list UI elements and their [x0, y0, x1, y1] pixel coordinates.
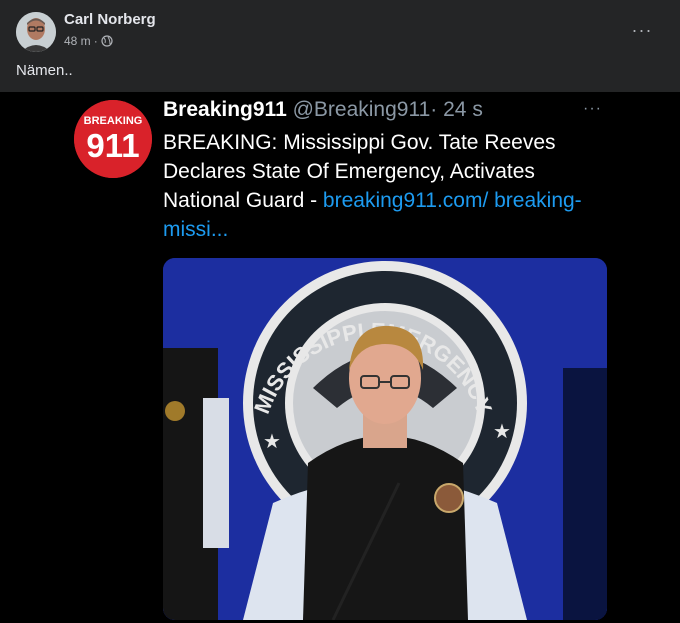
meta-separator: ·	[93, 34, 98, 48]
svg-text:★: ★	[263, 431, 281, 453]
svg-text:★: ★	[493, 421, 511, 443]
tweet-body: BREAKING: Mississippi Gov. Tate Reeves D…	[163, 128, 603, 244]
post-text: Nämen..	[16, 62, 73, 79]
tweet-more-icon: ···	[583, 100, 602, 117]
avatar-text-top: BREAKING	[84, 115, 143, 127]
post-time[interactable]: 48 m	[64, 34, 91, 48]
author-avatar[interactable]	[16, 12, 56, 52]
tweet-header: Breaking911 @Breaking911· 24 s	[163, 98, 483, 122]
post-header: Carl Norberg 48 m · ··· Nämen..	[0, 0, 680, 92]
tweet-author-name: Breaking911	[163, 98, 287, 121]
more-options-button[interactable]: ···	[624, 18, 660, 42]
tweet-photo: MISSISSIPPI EMERGENCY ★ ★	[163, 258, 607, 620]
tweet-time: 24 s	[443, 98, 483, 121]
tweet-handle: @Breaking911	[292, 98, 431, 121]
post-meta: 48 m ·	[64, 34, 113, 48]
globe-icon[interactable]	[101, 35, 113, 47]
tweet-separator: ·	[430, 98, 438, 121]
author-name[interactable]: Carl Norberg	[64, 11, 156, 28]
tweet-avatar: BREAKING 911	[74, 100, 152, 178]
avatar-text-big: 911	[86, 127, 139, 164]
